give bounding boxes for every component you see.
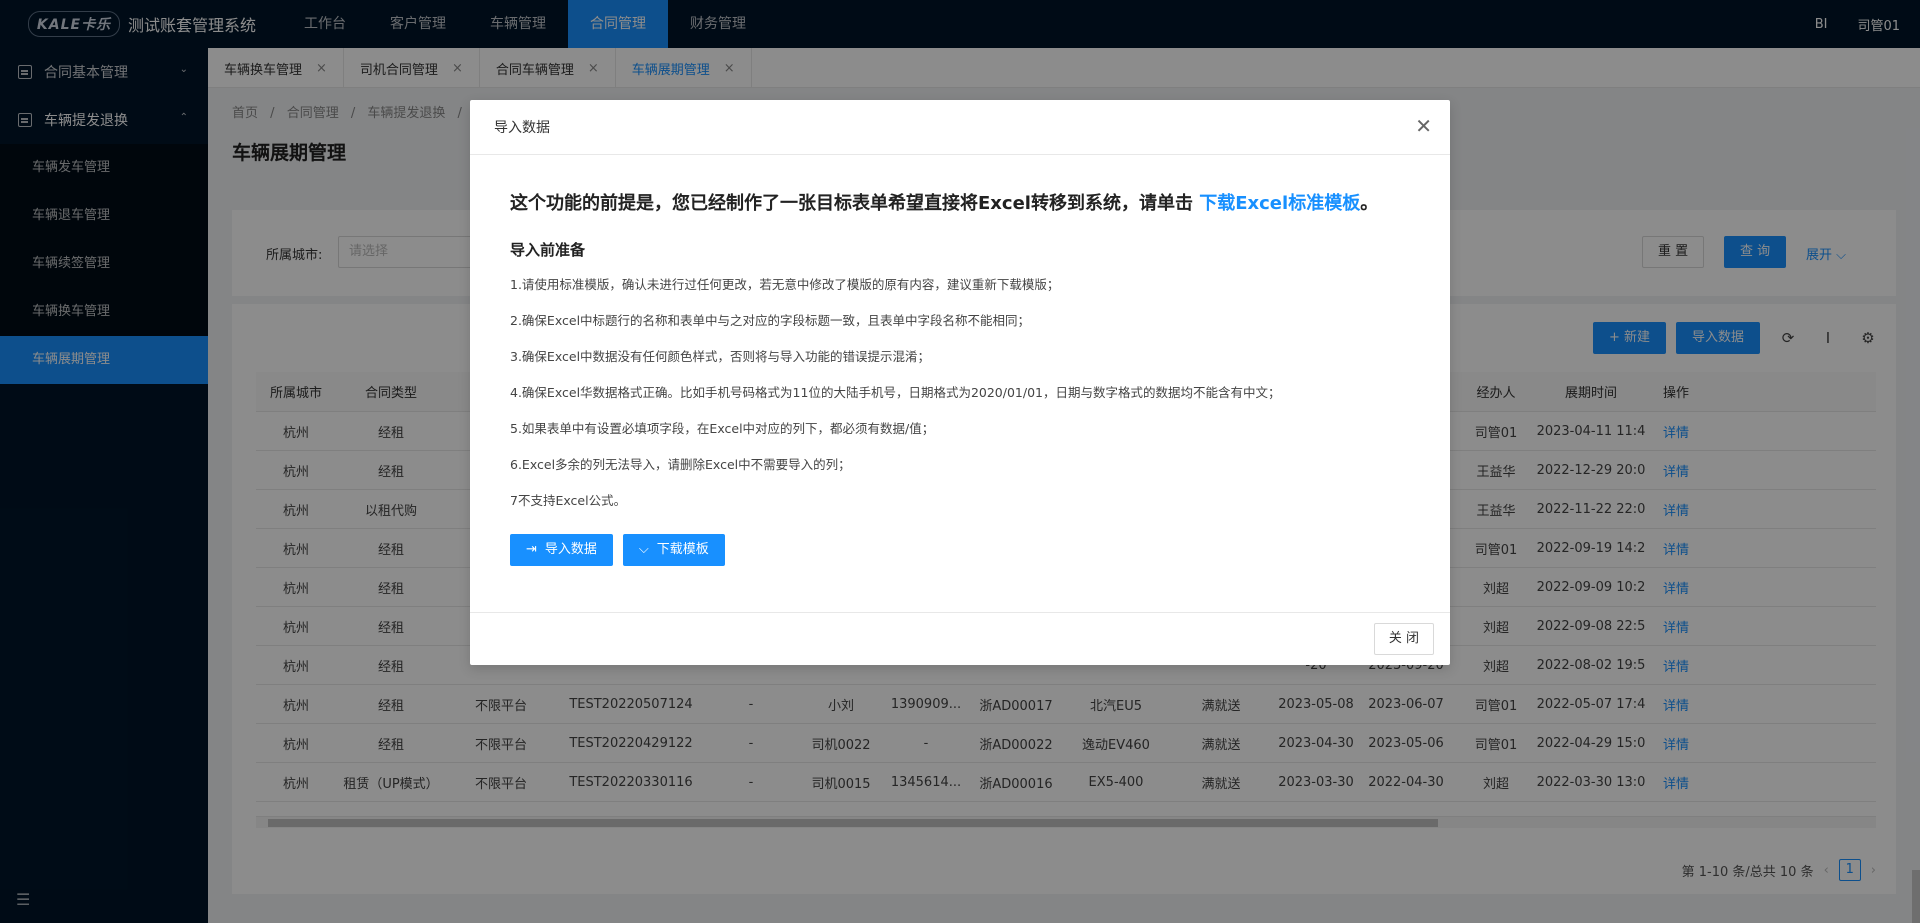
modal-download-label: 下载模板: [656, 542, 709, 557]
modal-footer: 关 闭: [470, 612, 1450, 665]
modal-header: 导入数据 ✕: [470, 100, 1450, 155]
instruction-line: 2.确保Excel中标题行的名称和表单中与之对应的字段标题一致，且表单中字段名称…: [510, 313, 1031, 328]
modal-import-label: 导入数据: [544, 542, 597, 557]
lead-end: 。: [1360, 193, 1379, 214]
instruction-line: 7不支持Excel公式。: [510, 493, 627, 508]
modal-import-button[interactable]: ⇥ 导入数据: [510, 534, 613, 566]
import-icon: ⇥: [526, 542, 537, 557]
lead-text: 这个功能的前提是，您已经制作了一张目标表单希望直接将Excel转移到系统，请单击: [510, 193, 1193, 214]
close-icon[interactable]: ✕: [1415, 114, 1432, 138]
instruction-line: 3.确保Excel中数据没有任何颜色样式，否则将与导入功能的错误提示混淆；: [510, 349, 931, 364]
modal-subtitle: 导入前准备: [510, 241, 586, 259]
instruction-line: 6.Excel多余的列无法导入，请删除Excel中不需要导入的列；: [510, 457, 851, 472]
modal-close-button[interactable]: 关 闭: [1373, 623, 1434, 655]
instruction-line: 5.如果表单中有设置必填项字段，在Excel中对应的列下，都必须有数据/值；: [510, 421, 935, 436]
download-template-link[interactable]: 下载Excel标准模板: [1199, 193, 1360, 214]
instruction-line: 1.请使用标准模版，确认未进行过任何更改，若无意中修改了模版的原有内容，建议重新…: [510, 277, 1060, 292]
instruction-line: 4.确保Excel华数据格式正确。比如手机号码格式为11位的大陆手机号，日期格式…: [510, 385, 1281, 400]
modal-body: 这个功能的前提是，您已经制作了一张目标表单希望直接将Excel转移到系统，请单击…: [470, 189, 1450, 566]
import-data-modal: 导入数据 ✕ 这个功能的前提是，您已经制作了一张目标表单希望直接将Excel转移…: [470, 100, 1450, 665]
download-icon: ⌵: [638, 542, 649, 557]
modal-lead-text: 这个功能的前提是，您已经制作了一张目标表单希望直接将Excel转移到系统，请单击…: [510, 189, 1410, 215]
modal-download-button[interactable]: ⌵ 下载模板: [622, 534, 725, 566]
modal-title: 导入数据: [494, 120, 550, 136]
modal-actions: ⇥ 导入数据 ⌵ 下载模板: [510, 534, 1410, 566]
